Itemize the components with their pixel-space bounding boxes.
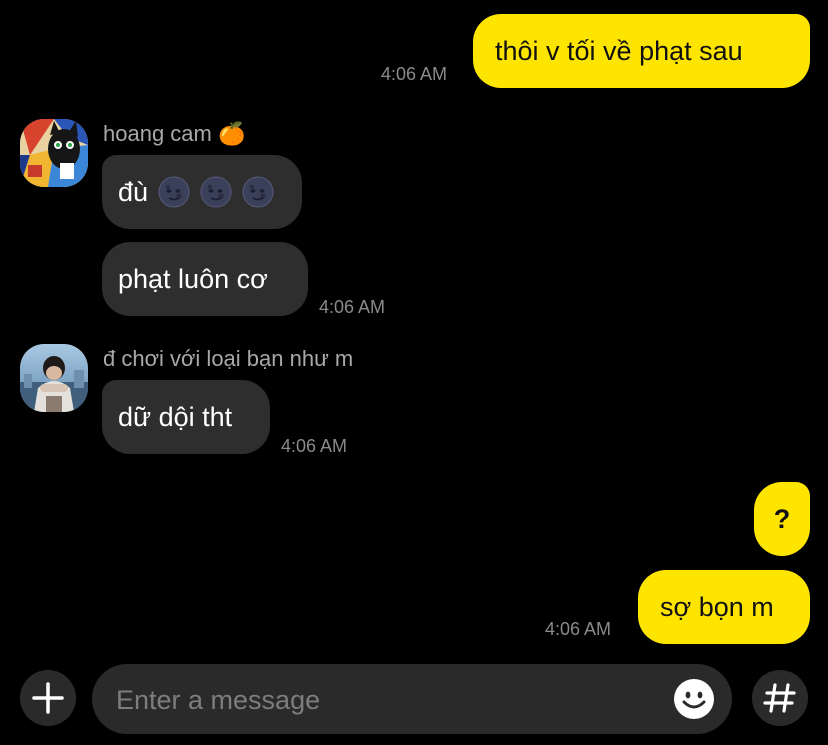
- outgoing-message-bubble[interactable]: ?: [754, 482, 810, 556]
- message-input[interactable]: [114, 664, 658, 736]
- hashtag-button[interactable]: [752, 670, 808, 726]
- new-moon-face-icon: [242, 176, 274, 208]
- emoticon-button[interactable]: [672, 677, 716, 721]
- message-timestamp: 4:06 AM: [281, 436, 348, 456]
- message-text: dữ dội tht: [118, 401, 233, 432]
- message-text: đù: [118, 176, 149, 207]
- sender-avatar[interactable]: [20, 344, 88, 412]
- message-timestamp: 4:06 AM: [381, 64, 448, 84]
- sender-name-text: đ chơi với loại bạn như m: [103, 346, 354, 371]
- outgoing-message-bubble[interactable]: sợ bọn m: [638, 570, 810, 644]
- attach-button[interactable]: [20, 670, 76, 726]
- incoming-message-bubble[interactable]: đù: [102, 155, 302, 229]
- plus-icon: [32, 682, 64, 714]
- sender-avatar[interactable]: [20, 119, 88, 187]
- message-text: sợ bọn m: [660, 591, 774, 622]
- message-input-container[interactable]: [92, 664, 732, 736]
- tangerine-emoji-icon: 🍊: [217, 121, 246, 146]
- new-moon-face-icon: [200, 176, 232, 208]
- outgoing-message-bubble[interactable]: thôi v tối về phạt sau: [473, 14, 810, 88]
- smiley-icon: [674, 679, 714, 719]
- message-text: thôi v tối về phạt sau: [495, 35, 743, 66]
- incoming-message-bubble[interactable]: dữ dội tht: [102, 380, 270, 454]
- message-text: phạt luôn cơ: [118, 263, 268, 294]
- incoming-message-bubble[interactable]: phạt luôn cơ: [102, 242, 308, 316]
- sender-name-text: hoang cam: [103, 121, 212, 146]
- sender-name: đ chơi với loại bạn như m: [103, 346, 353, 372]
- hashtag-icon: [763, 683, 796, 713]
- profile-photo-avatar-image: [20, 344, 88, 412]
- message-timestamp: 4:06 AM: [545, 619, 612, 639]
- sender-name: hoang cam 🍊: [103, 121, 245, 147]
- message-timestamp: 4:06 AM: [319, 297, 386, 317]
- message-text: ?: [773, 503, 791, 534]
- new-moon-face-icon: [158, 176, 190, 208]
- cat-art-avatar-image: [20, 119, 88, 187]
